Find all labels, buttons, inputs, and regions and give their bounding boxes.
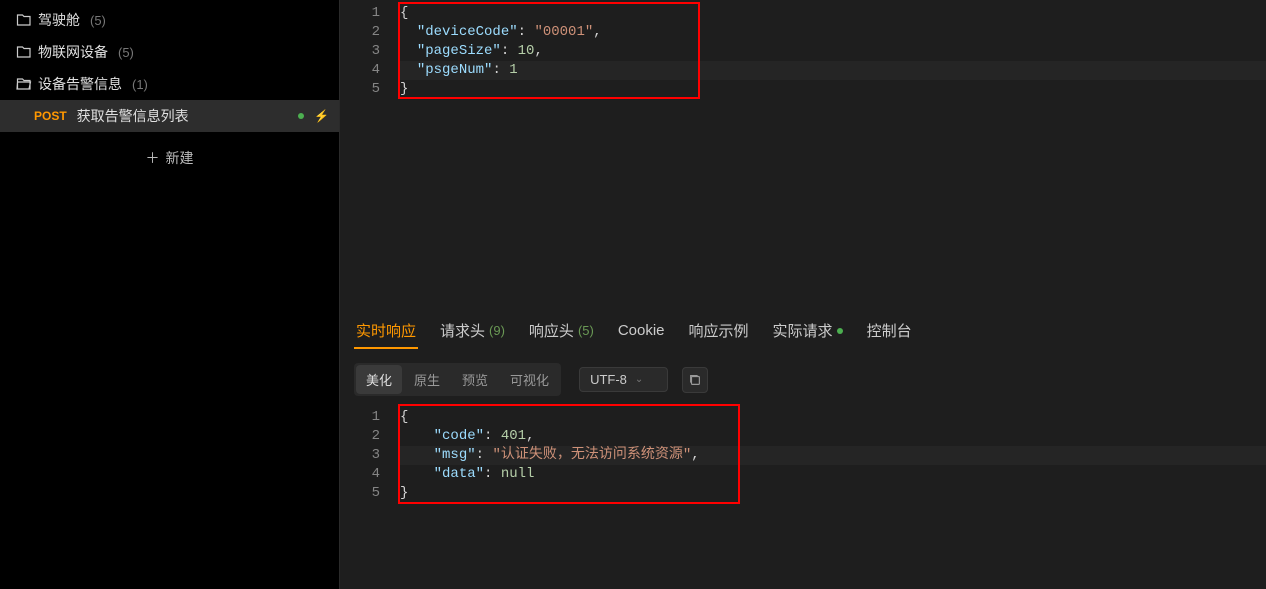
response-toolbar: 美化原生预览可视化 UTF-8 ⌄ <box>340 349 1266 402</box>
sidebar-request-item[interactable]: POST 获取告警信息列表 ⚡ <box>0 100 339 132</box>
tab-label: 实时响应 <box>356 320 416 341</box>
copy-icon <box>688 373 702 387</box>
tab-label: 请求头 <box>440 320 485 341</box>
new-button[interactable]: ＋ 新建 <box>16 140 323 176</box>
line-number: 3 <box>340 446 380 465</box>
view-mode-button[interactable]: 预览 <box>452 365 498 394</box>
response-tab[interactable]: 响应示例 <box>687 314 751 349</box>
http-method-badge: POST <box>34 109 67 123</box>
response-tab[interactable]: 实际请求 <box>771 314 845 349</box>
code-line[interactable]: "msg": "认证失败，无法访问系统资源", <box>398 446 1266 465</box>
sidebar-item-label: 物联网设备 <box>38 42 108 62</box>
chevron-down-icon: ⌄ <box>635 374 643 385</box>
code-line[interactable]: } <box>398 484 1266 503</box>
encoding-select[interactable]: UTF-8 ⌄ <box>579 367 668 392</box>
view-mode-button[interactable]: 原生 <box>404 365 450 394</box>
new-button-label: 新建 <box>166 148 194 168</box>
folder-open-icon <box>16 76 32 92</box>
code-line[interactable]: "pageSize": 10, <box>398 42 1266 61</box>
code-line[interactable]: } <box>398 80 1266 99</box>
line-number: 1 <box>340 4 380 23</box>
tab-count: (5) <box>578 323 594 338</box>
sidebar-item-label: 设备告警信息 <box>38 74 122 94</box>
line-number: 4 <box>340 465 380 484</box>
copy-button[interactable] <box>682 367 708 393</box>
status-dot-icon <box>837 328 843 334</box>
sidebar-item-iot-devices[interactable]: 物联网设备 (5) <box>0 36 339 68</box>
tab-label: 实际请求 <box>773 320 833 341</box>
code-line[interactable]: "deviceCode": "00001", <box>398 23 1266 42</box>
main-panel: 12345 { "deviceCode": "00001", "pageSize… <box>340 0 1266 589</box>
sidebar: 驾驶舱 (5) 物联网设备 (5) 设备告警信息 (1) POST 获取告警信息… <box>0 0 340 589</box>
status-dot-icon <box>298 113 304 119</box>
editor-gutter: 12345 <box>340 0 398 300</box>
sidebar-item-label: 驾驶舱 <box>38 10 80 30</box>
response-tab[interactable]: Cookie <box>616 316 667 347</box>
response-tabs: 实时响应 请求头 (9) 响应头 (5) Cookie 响应示例 实际请求 控制台 <box>340 300 1266 349</box>
code-line[interactable]: "psgeNum": 1 <box>398 61 1266 80</box>
line-number: 2 <box>340 23 380 42</box>
tab-label: Cookie <box>618 322 665 339</box>
line-number: 1 <box>340 408 380 427</box>
line-number: 4 <box>340 61 380 80</box>
folder-icon <box>16 44 32 60</box>
sidebar-item-count: (1) <box>132 77 148 92</box>
sidebar-item-count: (5) <box>118 45 134 60</box>
sidebar-item-dashboard[interactable]: 驾驶舱 (5) <box>0 4 339 36</box>
editor-gutter: 12345 <box>340 404 398 589</box>
response-tab[interactable]: 控制台 <box>865 314 914 349</box>
view-mode-button[interactable]: 可视化 <box>500 365 559 394</box>
tab-count: (9) <box>489 323 505 338</box>
tab-label: 响应头 <box>529 320 574 341</box>
code-line[interactable]: { <box>398 4 1266 23</box>
sidebar-item-count: (5) <box>90 13 106 28</box>
request-body-editor[interactable]: 12345 { "deviceCode": "00001", "pageSize… <box>340 0 1266 300</box>
response-tab[interactable]: 请求头 (9) <box>438 314 507 349</box>
tab-label: 控制台 <box>867 320 912 341</box>
line-number: 3 <box>340 42 380 61</box>
folder-icon <box>16 12 32 28</box>
encoding-value: UTF-8 <box>590 372 627 387</box>
editor-content[interactable]: { "code": 401, "msg": "认证失败，无法访问系统资源", "… <box>398 404 1266 589</box>
plus-icon: ＋ <box>146 148 160 168</box>
response-tab[interactable]: 响应头 (5) <box>527 314 596 349</box>
sidebar-item-label: 获取告警信息列表 <box>77 106 189 126</box>
code-line[interactable]: "code": 401, <box>398 427 1266 446</box>
line-number: 2 <box>340 427 380 446</box>
bolt-icon: ⚡ <box>314 109 329 123</box>
editor-content[interactable]: { "deviceCode": "00001", "pageSize": 10,… <box>398 0 1266 300</box>
sidebar-item-device-alerts[interactable]: 设备告警信息 (1) <box>0 68 339 100</box>
line-number: 5 <box>340 80 380 99</box>
view-mode-button[interactable]: 美化 <box>356 365 402 394</box>
code-line[interactable]: { <box>398 408 1266 427</box>
response-body-editor[interactable]: 12345 { "code": 401, "msg": "认证失败，无法访问系统… <box>340 402 1266 589</box>
code-line[interactable]: "data": null <box>398 465 1266 484</box>
response-tab[interactable]: 实时响应 <box>354 314 418 349</box>
tab-label: 响应示例 <box>689 320 749 341</box>
line-number: 5 <box>340 484 380 503</box>
